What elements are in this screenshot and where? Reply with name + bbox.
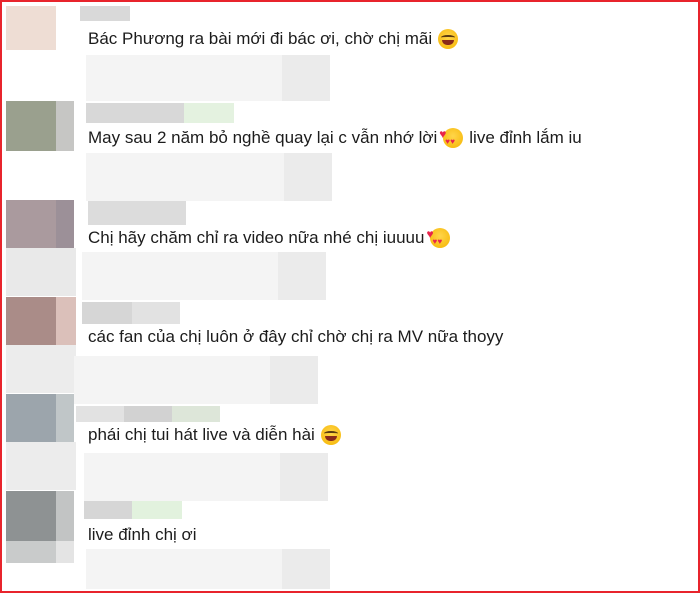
comment-text: May sau 2 năm bỏ nghề quay lại c vẫn nhớ… xyxy=(88,123,582,153)
commenter-name-blurred[interactable] xyxy=(84,501,132,519)
comment-text: Chị hãy chăm chỉ ra video nữa nhé chị iu… xyxy=(88,223,451,253)
avatar-lower-blur xyxy=(6,541,56,563)
smiling-hearts-icon xyxy=(426,223,451,253)
comment-text: phái chị tui hát live và diễn hài xyxy=(88,424,341,446)
avatar[interactable] xyxy=(6,200,58,248)
commenter-badge-blurred xyxy=(184,103,234,123)
avatar[interactable] xyxy=(6,491,58,541)
commenter-badge-blurred xyxy=(172,406,220,422)
reply-area-blurred-seg xyxy=(282,55,330,101)
avatar-edge-blur xyxy=(56,394,74,442)
avatar-edge-blur xyxy=(56,297,76,345)
avatar[interactable] xyxy=(6,297,58,345)
avatar[interactable] xyxy=(6,394,58,442)
avatar-lower-blur xyxy=(6,345,76,393)
avatar-lower-blur xyxy=(6,442,76,490)
comment-text: Bác Phương ra bài mới đi bác ơi, chờ chị… xyxy=(88,28,459,50)
commenter-name-blurred[interactable] xyxy=(80,6,130,21)
avatar-edge-blur xyxy=(56,200,74,248)
avatar[interactable] xyxy=(6,6,56,50)
comment-text: các fan của chị luôn ở đây chỉ chờ chị r… xyxy=(88,327,504,346)
commenter-name-blurred-seg xyxy=(132,302,180,324)
comment-text: live đỉnh chị ơi xyxy=(88,525,197,544)
reply-area-blurred-seg xyxy=(280,453,328,501)
avatar-edge-blur xyxy=(56,101,74,151)
reply-area-blurred-seg xyxy=(284,153,332,201)
avatar[interactable] xyxy=(6,101,56,151)
commenter-name-blurred[interactable] xyxy=(76,406,124,422)
reply-area-blurred-seg xyxy=(282,549,330,589)
avatar-lower-blur-seg xyxy=(56,541,74,563)
commenter-name-blurred[interactable] xyxy=(82,302,132,324)
reply-area-blurred-seg xyxy=(278,252,326,300)
commenter-name-blurred[interactable] xyxy=(88,201,186,225)
avatar-lower-blur xyxy=(6,248,76,296)
commenter-name-blurred-seg xyxy=(124,406,172,422)
laughing-tears-icon xyxy=(320,425,341,445)
commenter-name-blurred[interactable] xyxy=(86,103,184,123)
smiling-hearts-icon xyxy=(439,123,464,153)
reply-area-blurred-seg xyxy=(270,356,318,404)
avatar-edge-blur xyxy=(56,491,74,541)
commenter-badge-blurred xyxy=(132,501,182,519)
laughing-tears-icon xyxy=(438,29,459,49)
